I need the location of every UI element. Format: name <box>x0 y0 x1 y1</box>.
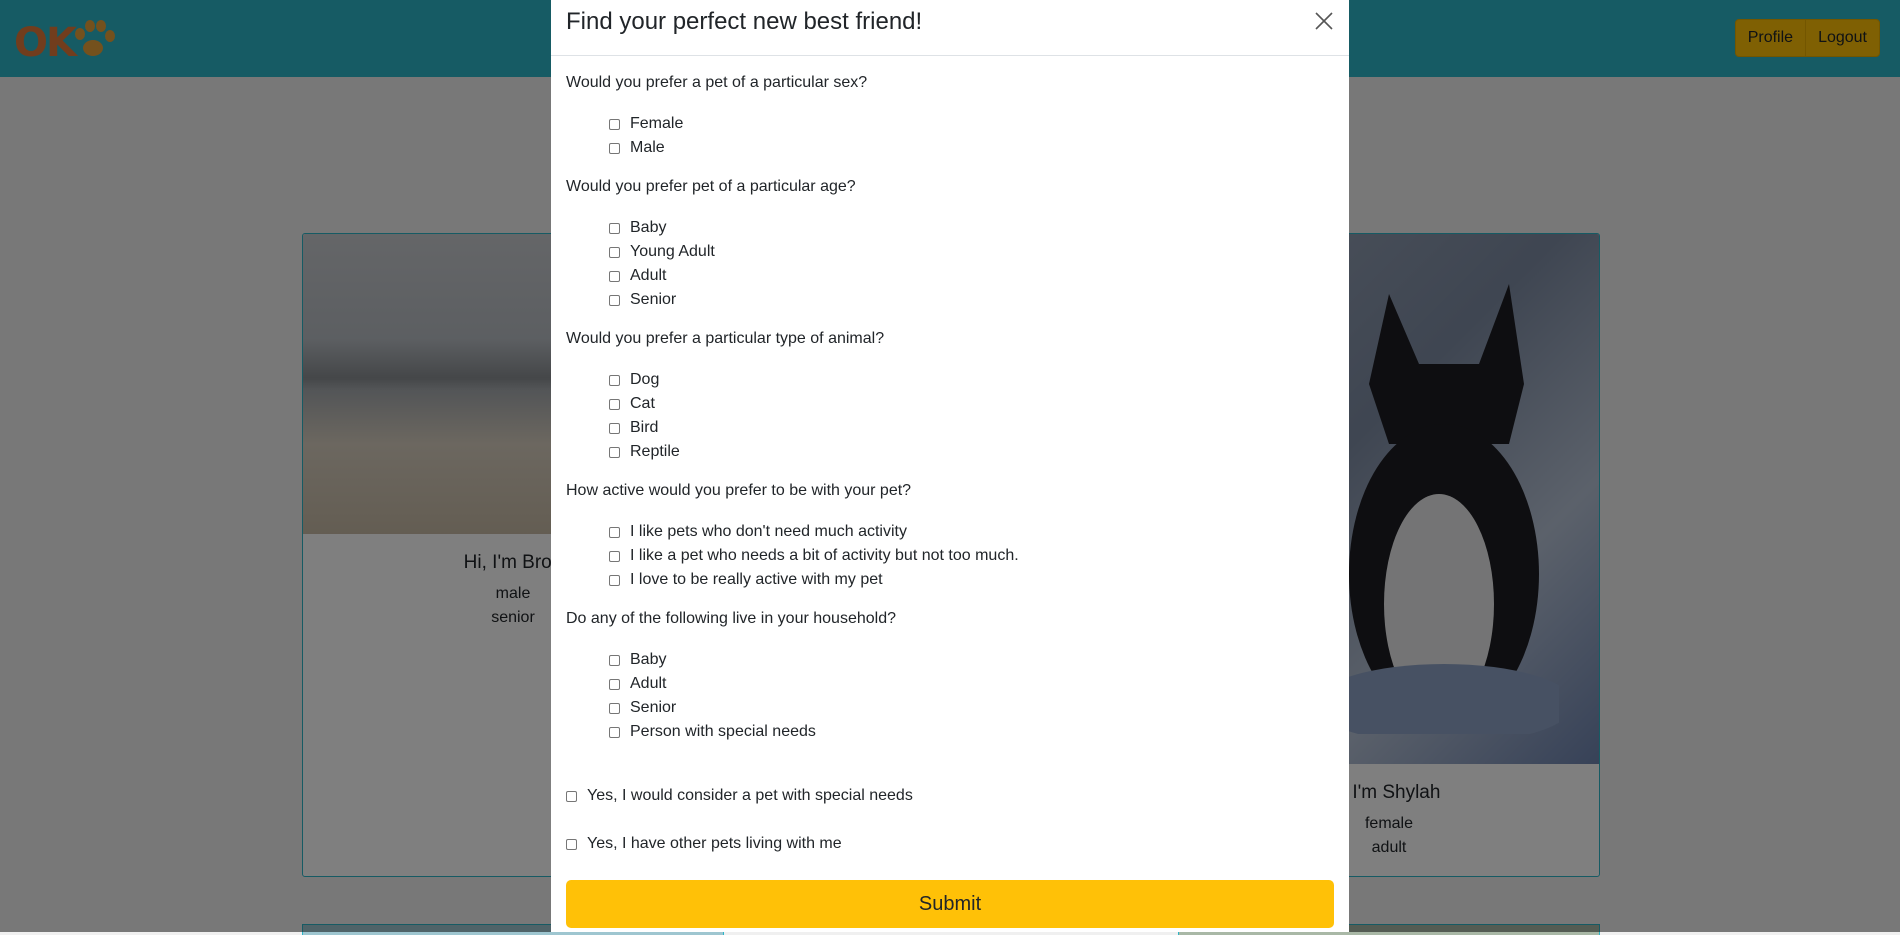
checkbox[interactable] <box>609 222 620 234</box>
option-senior[interactable]: Senior <box>609 288 676 312</box>
checkbox[interactable] <box>609 446 620 458</box>
checkbox[interactable] <box>609 726 620 738</box>
option-household-baby[interactable]: Baby <box>609 648 666 672</box>
other-pets-checkbox[interactable]: Yes, I have other pets living with me <box>566 832 842 856</box>
checkbox[interactable] <box>609 374 620 386</box>
option-label: Baby <box>630 219 667 236</box>
option-label: I love to be really active with my pet <box>630 571 883 588</box>
option-label: Young Adult <box>630 243 715 260</box>
preferences-modal: Find your perfect new best friend! Would… <box>551 0 1349 932</box>
question-household: Do any of the following live in your hou… <box>566 610 896 627</box>
checkbox[interactable] <box>609 678 620 690</box>
option-female[interactable]: Female <box>609 112 683 136</box>
checkbox[interactable] <box>609 142 620 154</box>
option-young-adult[interactable]: Young Adult <box>609 240 715 264</box>
option-label: Senior <box>630 699 677 716</box>
option-male[interactable]: Male <box>609 136 665 160</box>
option-low-activity[interactable]: I like pets who don't need much activity <box>609 520 907 544</box>
checkbox[interactable] <box>609 270 620 282</box>
checkbox[interactable] <box>609 118 620 130</box>
checkbox[interactable] <box>566 790 577 802</box>
question-activity: How active would you prefer to be with y… <box>566 482 912 499</box>
option-label: Adult <box>630 675 667 692</box>
option-label: Yes, I have other pets living with me <box>587 835 842 852</box>
option-household-senior[interactable]: Senior <box>609 696 676 720</box>
option-label: Person with special needs <box>630 723 816 740</box>
option-label: Senior <box>630 291 677 308</box>
checkbox[interactable] <box>609 702 620 714</box>
option-label: I like pets who don't need much activity <box>630 523 907 540</box>
option-medium-activity[interactable]: I like a pet who needs a bit of activity… <box>609 544 1019 568</box>
checkbox[interactable] <box>566 838 577 850</box>
option-cat[interactable]: Cat <box>609 392 655 416</box>
modal-header: Find your perfect new best friend! <box>551 0 1349 56</box>
option-label: Cat <box>630 395 655 412</box>
option-label: Female <box>630 115 684 132</box>
option-baby[interactable]: Baby <box>609 216 666 240</box>
submit-button[interactable]: Submit <box>566 880 1334 928</box>
checkbox[interactable] <box>609 294 620 306</box>
question-sex: Would you prefer a pet of a particular s… <box>566 74 868 91</box>
option-dog[interactable]: Dog <box>609 368 659 392</box>
option-label: Male <box>630 139 665 156</box>
option-household-special-needs[interactable]: Person with special needs <box>609 720 816 744</box>
option-bird[interactable]: Bird <box>609 416 658 440</box>
checkbox[interactable] <box>609 654 620 666</box>
option-label: Adult <box>630 267 667 284</box>
close-icon[interactable] <box>1313 10 1335 32</box>
option-label: Reptile <box>630 443 680 460</box>
option-label: I like a pet who needs a bit of activity… <box>630 547 1019 564</box>
checkbox[interactable] <box>609 550 620 562</box>
question-age: Would you prefer pet of a particular age… <box>566 178 856 195</box>
option-label: Baby <box>630 651 667 668</box>
option-high-activity[interactable]: I love to be really active with my pet <box>609 568 883 592</box>
option-household-adult[interactable]: Adult <box>609 672 666 696</box>
checkbox[interactable] <box>609 574 620 586</box>
checkbox[interactable] <box>609 398 620 410</box>
option-adult[interactable]: Adult <box>609 264 666 288</box>
option-label: Yes, I would consider a pet with special… <box>587 787 913 804</box>
option-label: Bird <box>630 419 659 436</box>
option-label: Dog <box>630 371 660 388</box>
checkbox[interactable] <box>609 246 620 258</box>
checkbox[interactable] <box>609 526 620 538</box>
modal-title: Find your perfect new best friend! <box>566 8 923 35</box>
option-reptile[interactable]: Reptile <box>609 440 680 464</box>
question-animal-type: Would you prefer a particular type of an… <box>566 330 885 347</box>
special-needs-checkbox[interactable]: Yes, I would consider a pet with special… <box>566 784 913 808</box>
checkbox[interactable] <box>609 422 620 434</box>
